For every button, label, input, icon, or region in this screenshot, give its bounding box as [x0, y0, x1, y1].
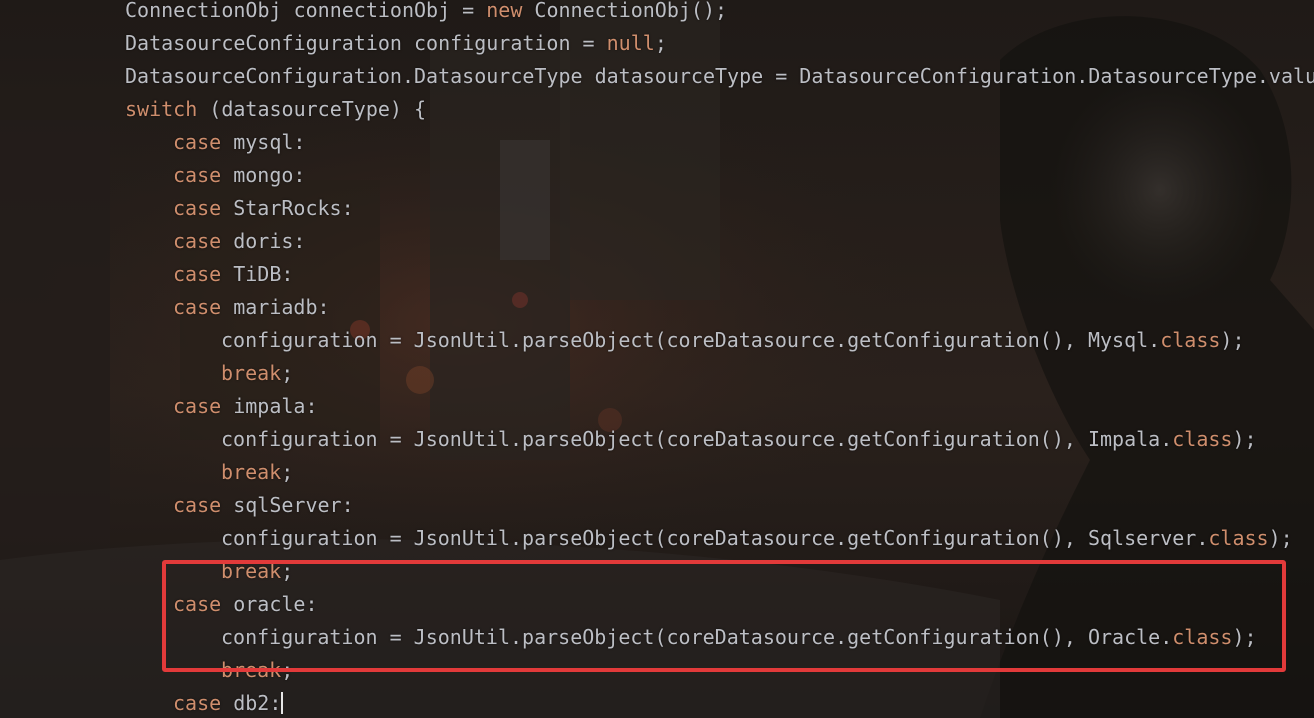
code-keyword: case — [173, 691, 222, 715]
code-text: mysql: — [221, 130, 306, 154]
code-line[interactable]: case db2: — [173, 687, 284, 718]
code-line[interactable]: case impala: — [173, 390, 318, 423]
code-text: mariadb: — [221, 295, 330, 319]
code-keyword: case — [173, 163, 222, 187]
code-text: ); — [1268, 526, 1293, 550]
code-text: ConnectionObj connectionObj = — [125, 0, 487, 22]
code-keyword: case — [173, 262, 222, 286]
highlight-annotation-box — [162, 560, 1286, 672]
code-keyword: new — [486, 0, 523, 22]
code-line[interactable]: case mariadb: — [173, 291, 330, 324]
code-keyword: class — [1208, 526, 1269, 550]
code-keyword: break — [221, 460, 282, 484]
code-line[interactable]: DatasourceConfiguration configuration = … — [125, 27, 667, 60]
code-text: configuration = JsonUtil.parseObject(cor… — [221, 427, 1173, 451]
code-line[interactable]: case mongo: — [173, 159, 305, 192]
text-caret — [281, 692, 284, 714]
code-text: ; — [281, 361, 294, 385]
code-keyword: case — [173, 295, 222, 319]
code-keyword: case — [173, 196, 222, 220]
code-line[interactable]: case StarRocks: — [173, 192, 354, 225]
code-text: doris: — [221, 229, 306, 253]
code-line[interactable]: configuration = JsonUtil.parseObject(cor… — [221, 423, 1257, 456]
code-text: ; — [654, 31, 667, 55]
code-text: sqlServer: — [221, 493, 354, 517]
code-text: TiDB: — [221, 262, 294, 286]
code-line[interactable]: case mysql: — [173, 126, 305, 159]
code-text: mongo: — [221, 163, 306, 187]
code-text: StarRocks: — [221, 196, 354, 220]
code-keyword: case — [173, 229, 222, 253]
code-keyword: case — [173, 130, 222, 154]
code-line[interactable]: switch (datasourceType) { — [125, 93, 426, 126]
code-text: ); — [1220, 328, 1245, 352]
code-text: ; — [281, 460, 294, 484]
code-line[interactable]: case TiDB: — [173, 258, 293, 291]
code-text: db2: — [221, 691, 282, 715]
code-line[interactable]: configuration = JsonUtil.parseObject(cor… — [221, 324, 1245, 357]
code-text: ConnectionObj(); — [522, 0, 728, 22]
code-keyword: switch — [125, 97, 198, 121]
code-keyword: break — [221, 361, 282, 385]
code-line[interactable]: break; — [221, 456, 293, 489]
code-text: configuration = JsonUtil.parseObject(cor… — [221, 526, 1209, 550]
code-keyword: case — [173, 394, 222, 418]
code-keyword: class — [1172, 427, 1233, 451]
code-text: DatasourceConfiguration configuration = — [125, 31, 607, 55]
code-line[interactable]: DatasourceConfiguration.DatasourceType d… — [125, 60, 1314, 93]
code-text: (datasourceType) { — [197, 97, 427, 121]
code-text: impala: — [221, 394, 318, 418]
code-keyword: case — [173, 493, 222, 517]
code-keyword: null — [606, 31, 655, 55]
code-line[interactable]: case sqlServer: — [173, 489, 354, 522]
code-text: ); — [1232, 427, 1257, 451]
code-text: configuration = JsonUtil.parseObject(cor… — [221, 328, 1161, 352]
code-line[interactable]: configuration = JsonUtil.parseObject(cor… — [221, 522, 1293, 555]
code-line[interactable]: ConnectionObj connectionObj = new Connec… — [125, 0, 727, 27]
code-text: DatasourceConfiguration.DatasourceType d… — [125, 64, 1314, 88]
code-keyword: class — [1160, 328, 1221, 352]
code-line[interactable]: case doris: — [173, 225, 305, 258]
code-line[interactable]: break; — [221, 357, 293, 390]
